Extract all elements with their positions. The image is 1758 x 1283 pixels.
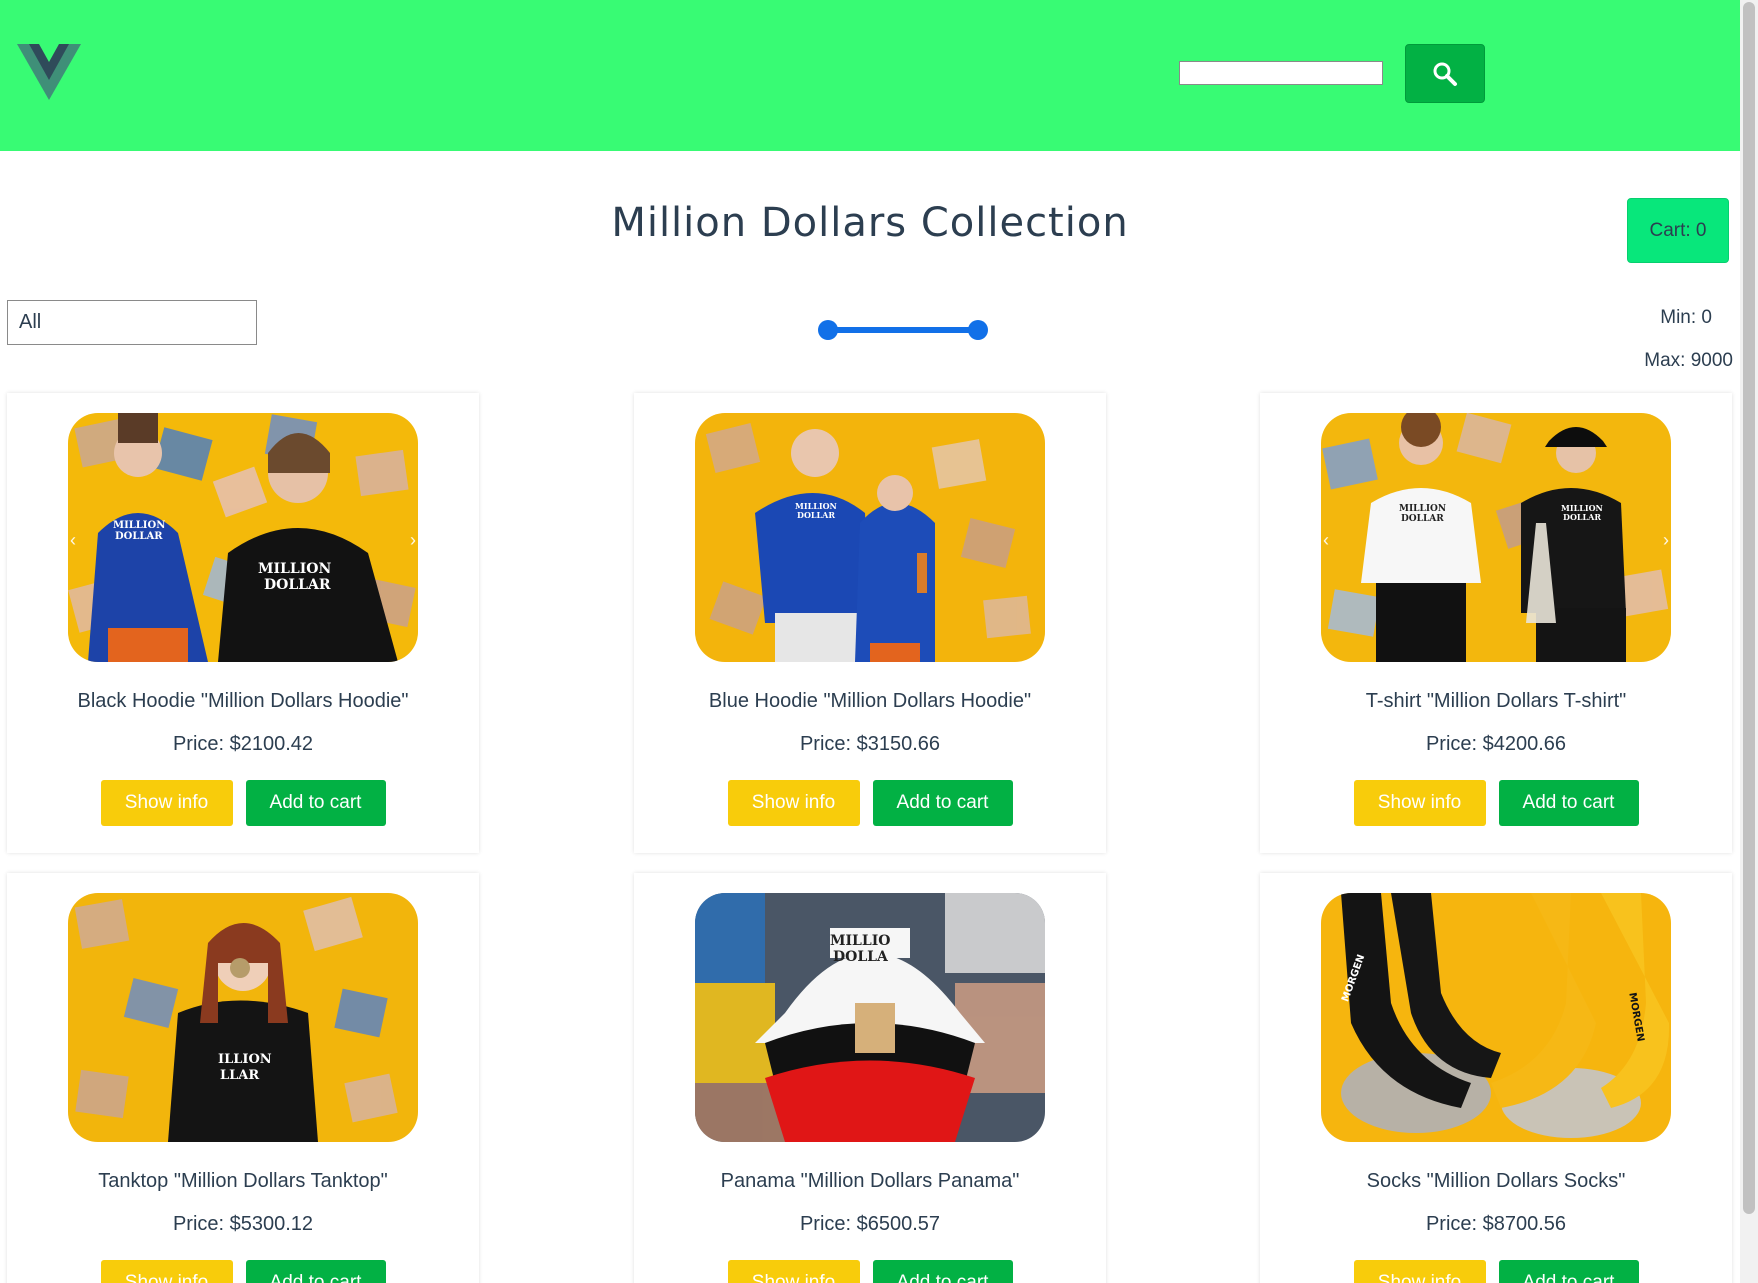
product-image[interactable]: MILLION DOLLAR <box>695 413 1045 662</box>
show-info-button[interactable]: Show info <box>1353 1260 1486 1283</box>
svg-text:MILLIO: MILLIO <box>830 933 890 949</box>
page: Million Dollars Collection Cart: 0 All M… <box>0 0 1758 1283</box>
show-info-button[interactable]: Show info <box>727 1260 860 1283</box>
show-info-button[interactable]: Show info <box>727 780 860 826</box>
product-card: MILLION DOLLAR MILLION DOLLAR ‹ › Black … <box>7 393 479 853</box>
product-card: ILLION LLAR Tanktop "Million Dollars Tan… <box>7 873 479 1283</box>
cart-button[interactable]: Cart: 0 <box>1627 198 1729 263</box>
product-name: Black Hoodie "Million Dollars Hoodie" <box>77 690 409 712</box>
product-price: Price: $6500.57 <box>799 1213 941 1235</box>
category-select[interactable]: All <box>7 300 257 345</box>
chevron-left-icon[interactable]: ‹ <box>70 531 76 549</box>
chevron-right-icon[interactable]: › <box>410 531 416 549</box>
price-range-slider[interactable] <box>818 318 988 342</box>
search-input[interactable] <box>1179 61 1383 85</box>
chevron-left-icon[interactable]: ‹ <box>1323 531 1329 549</box>
svg-text:DOLLAR: DOLLAR <box>797 510 835 520</box>
product-card: MILLION DOLLAR MILLION DOLLAR ‹ › T-shir… <box>1260 393 1732 853</box>
slider-min-handle[interactable] <box>818 320 838 340</box>
slider-max-handle[interactable] <box>968 320 988 340</box>
product-image[interactable]: MILLION DOLLAR MILLION DOLLAR ‹ › <box>1321 413 1671 662</box>
search-icon <box>1433 62 1457 86</box>
add-to-cart-button[interactable]: Add to cart <box>245 780 386 826</box>
product-price: Price: $2100.42 <box>172 733 314 755</box>
product-price: Price: $5300.12 <box>172 1213 314 1235</box>
product-actions: Show info Add to cart <box>634 1260 1106 1283</box>
header-bar <box>0 0 1740 151</box>
min-price-label: Min: 0 <box>1660 307 1712 328</box>
chevron-right-icon[interactable]: › <box>1663 531 1669 549</box>
scrollbar-thumb[interactable] <box>1743 2 1755 1214</box>
product-actions: Show info Add to cart <box>1260 1260 1732 1283</box>
product-card: MORGEN MORGEN Socks "Million Dollars Soc… <box>1260 873 1732 1283</box>
product-price: Price: $3150.66 <box>799 733 941 755</box>
svg-text:DOLLAR: DOLLAR <box>115 531 163 542</box>
product-name: T-shirt "Million Dollars T-shirt" <box>1365 690 1627 712</box>
product-image[interactable]: MILLIO DOLLA <box>695 893 1045 1142</box>
product-actions: Show info Add to cart <box>634 780 1106 826</box>
max-price-label: Max: 9000 <box>1644 350 1733 371</box>
svg-text:MILLION: MILLION <box>113 520 165 531</box>
page-title: Million Dollars Collection <box>611 200 1129 246</box>
product-actions: Show info Add to cart <box>1260 780 1732 826</box>
add-to-cart-button[interactable]: Add to cart <box>872 1260 1013 1283</box>
product-price: Price: $8700.56 <box>1425 1213 1567 1235</box>
svg-text:ILLION: ILLION <box>218 1052 272 1067</box>
add-to-cart-button[interactable]: Add to cart <box>1498 780 1639 826</box>
svg-text:DOLLAR: DOLLAR <box>264 577 331 593</box>
show-info-button[interactable]: Show info <box>1353 780 1486 826</box>
slider-track <box>828 327 978 333</box>
product-name: Panama "Million Dollars Panama" <box>720 1170 1020 1192</box>
product-name: Blue Hoodie "Million Dollars Hoodie" <box>708 690 1032 712</box>
product-image[interactable]: MORGEN MORGEN <box>1321 893 1671 1142</box>
add-to-cart-button[interactable]: Add to cart <box>245 1260 386 1283</box>
svg-text:DOLLAR: DOLLAR <box>1401 514 1444 524</box>
svg-text:LLAR: LLAR <box>220 1068 259 1083</box>
search-button[interactable] <box>1405 44 1485 103</box>
product-actions: Show info Add to cart <box>7 1260 479 1283</box>
add-to-cart-button[interactable]: Add to cart <box>872 780 1013 826</box>
show-info-button[interactable]: Show info <box>100 1260 233 1283</box>
product-image[interactable]: ILLION LLAR <box>68 893 418 1142</box>
add-to-cart-button[interactable]: Add to cart <box>1498 1260 1639 1283</box>
product-card: MILLIO DOLLA Panama "Million Dollars Pan… <box>634 873 1106 1283</box>
svg-text:MILLION: MILLION <box>1399 504 1446 514</box>
show-info-button[interactable]: Show info <box>100 780 233 826</box>
product-image[interactable]: MILLION DOLLAR MILLION DOLLAR ‹ › <box>68 413 418 662</box>
product-name: Tanktop "Million Dollars Tanktop" <box>98 1170 388 1192</box>
svg-text:MILLION: MILLION <box>258 561 331 577</box>
svg-text:DOLLAR: DOLLAR <box>1563 512 1601 522</box>
svg-text:DOLLA: DOLLA <box>833 949 889 965</box>
product-card: MILLION DOLLAR Blue Hoodie "Million Doll… <box>634 393 1106 853</box>
product-name: Socks "Million Dollars Socks" <box>1366 1170 1626 1192</box>
product-actions: Show info Add to cart <box>7 780 479 826</box>
vue-logo-icon[interactable] <box>17 44 81 100</box>
product-price: Price: $4200.66 <box>1425 733 1567 755</box>
vertical-scrollbar[interactable] <box>1740 0 1758 1283</box>
